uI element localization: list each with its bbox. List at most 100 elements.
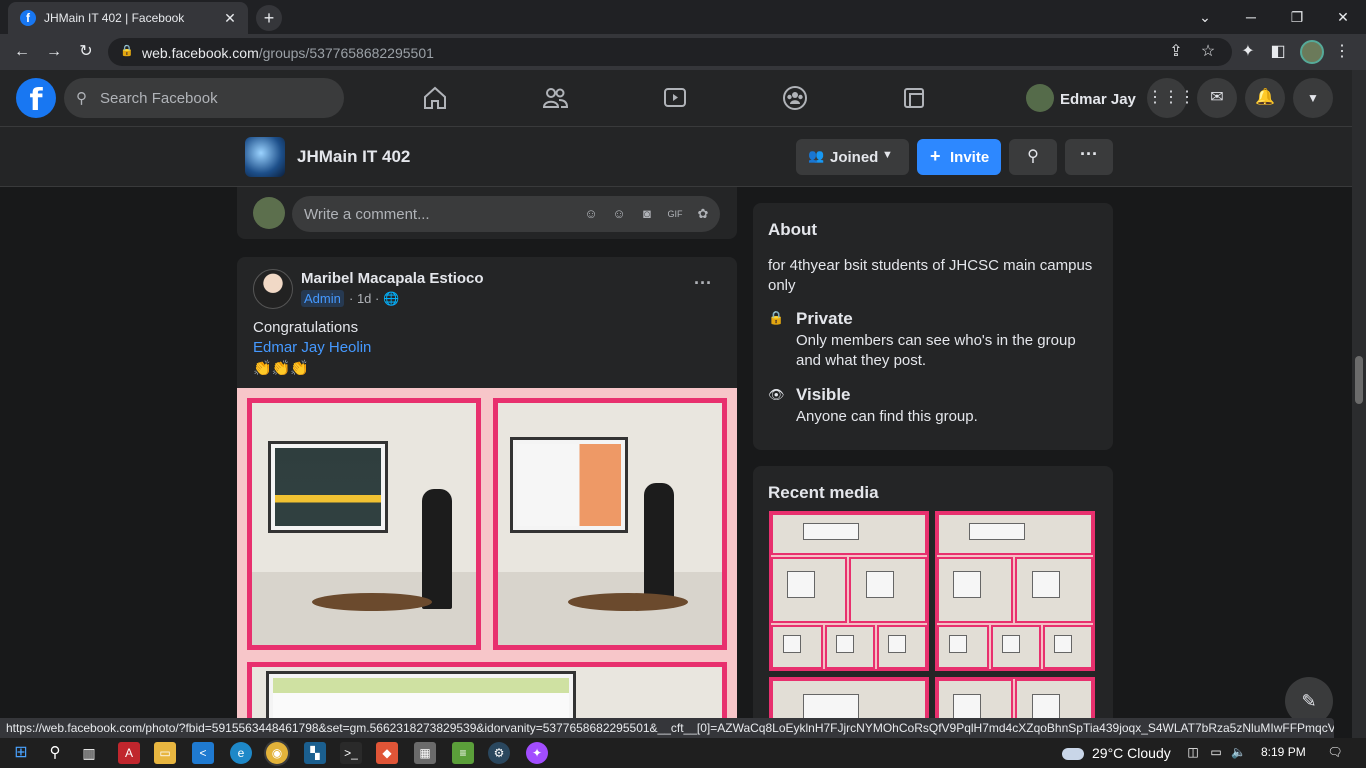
- windows-start-icon[interactable]: ⊞: [10, 742, 32, 764]
- bookmark-star-icon[interactable]: ☆: [1196, 40, 1220, 64]
- gaming-icon[interactable]: [898, 84, 930, 114]
- file-explorer-icon[interactable]: ▭: [154, 742, 176, 764]
- recent-media-title: Recent media: [768, 483, 879, 502]
- audience-globe-icon: 🌐: [382, 291, 400, 306]
- search-facebook-input[interactable]: ⚲ Search Facebook: [64, 78, 344, 118]
- group-header: JHMain IT 402 👥 Joined ▼ + Invite ⚲ ···: [0, 127, 1352, 187]
- taskbar-clock[interactable]: 8:19 PM: [1261, 745, 1306, 759]
- menu-grid-icon[interactable]: ⋮⋮⋮: [1147, 78, 1195, 118]
- visibility-title: Visible: [796, 385, 851, 404]
- forward-icon[interactable]: →: [42, 40, 66, 64]
- notification-center-icon[interactable]: 🗨: [1326, 745, 1344, 759]
- chrome-icon[interactable]: ◉: [266, 742, 288, 764]
- reload-icon[interactable]: ↻: [74, 40, 98, 64]
- windows-taskbar: ⊞ ⚲ ▥ A ▭ < e ◉ ▚ >_ ◆ ▦ ≡ ⚙ ✦ 29°C Clou…: [0, 738, 1366, 768]
- edge-icon[interactable]: e: [230, 742, 252, 764]
- group-post: Maribel Macapala Estioco Admin · 1d · 🌐 …: [237, 257, 737, 737]
- tab-close-icon[interactable]: ✕: [220, 8, 240, 28]
- back-icon[interactable]: ←: [10, 40, 34, 64]
- post-text: Congratulations: [253, 319, 359, 336]
- share-icon[interactable]: ⇪: [1164, 40, 1188, 64]
- task-view-icon[interactable]: ▥: [78, 742, 100, 764]
- steam-icon[interactable]: ⚙: [488, 742, 510, 764]
- comment-placeholder: Write a comment...: [304, 206, 430, 223]
- post-author[interactable]: Maribel Macapala Estioco: [301, 270, 484, 287]
- user-avatar: [1026, 84, 1054, 112]
- page-scrollbar[interactable]: [1352, 70, 1366, 738]
- vscode-icon[interactable]: <: [192, 742, 214, 764]
- search-icon: ⚲: [76, 90, 87, 107]
- acrobat-icon[interactable]: A: [118, 742, 140, 764]
- volume-icon[interactable]: 🔈: [1231, 745, 1246, 759]
- browser-profile-avatar[interactable]: [1300, 40, 1324, 64]
- friends-icon[interactable]: [539, 84, 571, 114]
- user-name: Edmar Jay: [1060, 91, 1136, 108]
- link-status-bar: https://web.facebook.com/photo/?fbid=591…: [0, 718, 1334, 738]
- eye-icon: 👁: [768, 387, 785, 402]
- author-avatar[interactable]: [253, 269, 293, 309]
- bluestacks-icon[interactable]: ≡: [452, 742, 474, 764]
- emoji-icon[interactable]: ☺: [610, 205, 628, 223]
- post-more-icon[interactable]: ···: [689, 273, 717, 297]
- home-icon[interactable]: [419, 84, 451, 114]
- weather-widget[interactable]: 29°C Cloudy: [1062, 745, 1171, 761]
- recent-media-card: Recent media: [753, 466, 1113, 746]
- lock-icon: 🔒: [120, 45, 134, 57]
- group-search-icon[interactable]: ⚲: [1009, 139, 1057, 175]
- media-thumbnail[interactable]: [935, 511, 1095, 671]
- invite-button[interactable]: + Invite: [917, 139, 1001, 175]
- browser-toolbar: ← → ↻ 🔒 web.facebook.com/groups/53776586…: [0, 34, 1366, 70]
- post-time[interactable]: · 1d ·: [349, 291, 379, 306]
- search-icon[interactable]: ⚲: [44, 742, 66, 764]
- cloud-icon: [1062, 748, 1084, 761]
- avatar-sticker-icon[interactable]: ☺: [582, 205, 600, 223]
- admin-badge: Admin: [301, 290, 344, 307]
- gif-icon[interactable]: GIF: [666, 205, 684, 223]
- messenger-app-icon[interactable]: ✦: [526, 742, 548, 764]
- comment-composer-card: Write a comment... ☺ ☺ ◙ GIF ✿: [237, 187, 737, 239]
- browser-menu-icon[interactable]: ⋮: [1330, 40, 1354, 64]
- collage-photo-2[interactable]: [493, 398, 727, 650]
- meet-now-icon[interactable]: ◫: [1186, 745, 1200, 759]
- app-icon[interactable]: ▦: [414, 742, 436, 764]
- members-icon: 👥: [808, 148, 825, 163]
- watch-icon[interactable]: [659, 84, 691, 114]
- camera-icon[interactable]: ◙: [638, 205, 656, 223]
- post-mention-link[interactable]: Edmar Jay Heolin: [253, 339, 371, 356]
- address-bar[interactable]: 🔒 web.facebook.com/groups/53776586822955…: [108, 38, 1232, 66]
- facebook-favicon-icon: f: [20, 10, 36, 26]
- facebook-logo-icon[interactable]: f: [16, 78, 56, 118]
- sticker-icon[interactable]: ✿: [694, 205, 712, 223]
- restore-button[interactable]: ❐: [1274, 4, 1320, 30]
- privacy-title: Private: [796, 309, 853, 328]
- facebook-top-bar: f ⚲ Search Facebook Edmar Jay ⋮⋮⋮ ✉ 🔔 ▼: [0, 70, 1352, 127]
- tab-search-icon[interactable]: ⌄: [1182, 4, 1228, 30]
- joined-button[interactable]: 👥 Joined ▼: [796, 139, 909, 175]
- network-icon[interactable]: ▭: [1209, 745, 1223, 759]
- group-avatar[interactable]: [245, 137, 285, 177]
- comment-input[interactable]: Write a comment... ☺ ☺ ◙ GIF ✿: [292, 196, 720, 232]
- notifications-icon[interactable]: 🔔: [1245, 78, 1285, 118]
- messenger-icon[interactable]: ✉: [1197, 78, 1237, 118]
- new-tab-button[interactable]: +: [256, 5, 282, 31]
- group-more-icon[interactable]: ···: [1065, 139, 1113, 175]
- app-icon[interactable]: ▚: [304, 742, 326, 764]
- terminal-icon[interactable]: >_: [340, 742, 362, 764]
- scrollbar-thumb[interactable]: [1355, 356, 1363, 404]
- post-photo-collage[interactable]: [237, 388, 737, 737]
- groups-icon[interactable]: [779, 84, 811, 114]
- minimize-button[interactable]: ─: [1228, 4, 1274, 30]
- browser-tab[interactable]: f JHMain IT 402 | Facebook ✕: [8, 2, 248, 34]
- about-description: for 4thyear bsit students of JHCSC main …: [768, 257, 1093, 294]
- about-card: About for 4thyear bsit students of JHCSC…: [753, 203, 1113, 450]
- side-panel-icon[interactable]: ◧: [1266, 40, 1290, 64]
- extensions-icon[interactable]: ✦: [1236, 40, 1260, 64]
- collage-photo-1[interactable]: [247, 398, 481, 650]
- about-title: About: [768, 220, 818, 239]
- post-emojis: 👏👏👏: [253, 360, 310, 377]
- media-thumbnail[interactable]: [769, 511, 929, 671]
- group-name[interactable]: JHMain IT 402: [297, 147, 410, 167]
- account-caret-icon[interactable]: ▼: [1293, 78, 1333, 118]
- git-icon[interactable]: ◆: [376, 742, 398, 764]
- window-close-button[interactable]: ✕: [1320, 4, 1366, 30]
